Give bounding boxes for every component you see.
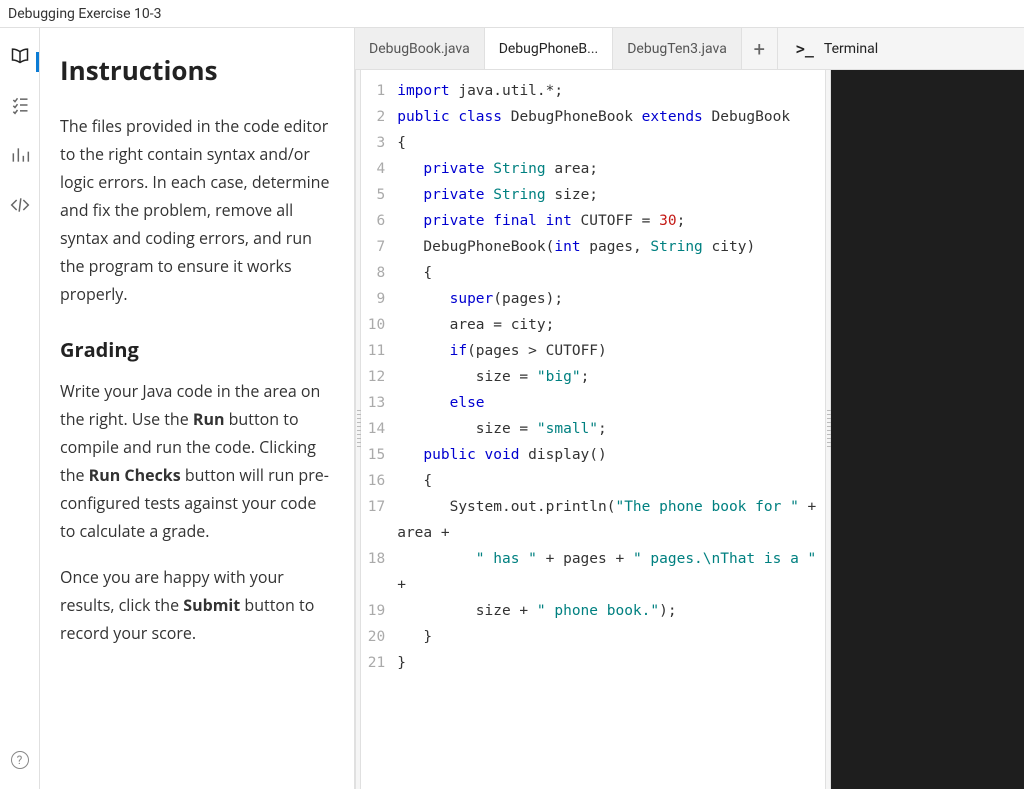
exercise-title: Debugging Exercise 10-3 (8, 6, 162, 22)
tab-debugten3[interactable]: DebugTen3.java (613, 28, 742, 69)
run-checks-bold: Run Checks (89, 464, 181, 486)
terminal-label: Terminal (824, 41, 878, 57)
submit-bold: Submit (183, 594, 240, 616)
left-icon-bar: ? (0, 28, 40, 789)
run-bold: Run (193, 408, 225, 430)
book-icon[interactable] (9, 44, 31, 66)
code-content[interactable]: import java.util.*;public class DebugPho… (393, 70, 825, 789)
instructions-heading: Instructions (60, 52, 334, 88)
add-tab-button[interactable]: + (742, 28, 778, 69)
editor-body: 123456789101112131415161718192021 import… (355, 70, 1024, 789)
title-bar: Debugging Exercise 10-3 (0, 0, 1024, 28)
terminal-tab[interactable]: >_ Terminal (778, 28, 896, 69)
grading-heading: Grading (60, 336, 334, 363)
active-marker (36, 52, 39, 72)
editor-area: DebugBook.java DebugPhoneB... DebugTen3.… (355, 28, 1024, 789)
tab-debugphonebook[interactable]: DebugPhoneB... (485, 28, 614, 69)
instructions-intro: The files provided in the code editor to… (60, 112, 334, 308)
code-icon[interactable] (9, 194, 31, 216)
code-panel[interactable]: 123456789101112131415161718192021 import… (361, 70, 825, 789)
tab-debugbook[interactable]: DebugBook.java (355, 28, 485, 69)
main-area: ? Instructions The files provided in the… (0, 28, 1024, 789)
resize-grip (827, 410, 831, 450)
submit-para: Once you are happy with your results, cl… (60, 563, 334, 647)
chart-icon[interactable] (9, 144, 31, 166)
terminal-panel[interactable] (831, 70, 1024, 789)
help-icon[interactable]: ? (11, 751, 29, 769)
checklist-icon[interactable] (9, 94, 31, 116)
resize-handle-right[interactable] (825, 70, 831, 789)
instructions-panel: Instructions The files provided in the c… (40, 28, 355, 789)
line-gutter: 123456789101112131415161718192021 (361, 70, 393, 789)
resize-handle-left[interactable] (355, 70, 361, 789)
file-tabs: DebugBook.java DebugPhoneB... DebugTen3.… (355, 28, 1024, 70)
grading-para: Write your Java code in the area on the … (60, 377, 334, 545)
terminal-prompt-icon: >_ (796, 40, 814, 58)
resize-grip (357, 410, 361, 450)
